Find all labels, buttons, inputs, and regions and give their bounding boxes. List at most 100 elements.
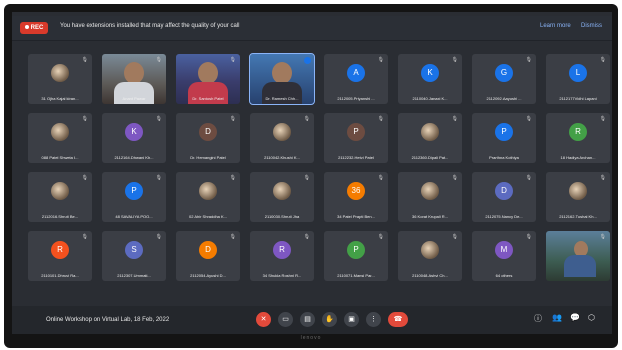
participant-name: Dr. Santosh Patel: [192, 96, 224, 101]
participant-tile[interactable]: A 🎙 2112005.Priyanshi ...: [324, 54, 388, 104]
participant-tile[interactable]: 🎙: [546, 231, 610, 281]
info-icon[interactable]: ⓘ: [534, 313, 542, 324]
participant-tile[interactable]: P 🎙 48 SAVALIYA POO...: [102, 172, 166, 222]
participant-avatar: K: [125, 123, 143, 141]
participant-tile[interactable]: Dr. Ramesh Chh...: [249, 53, 315, 105]
participant-tile[interactable]: 🎙 31 Ojha Kajal kiran...: [28, 54, 92, 104]
participant-tile[interactable]: 36 🎙 34 Patel Prapti Ben...: [324, 172, 388, 222]
mic-muted-icon: 🎙: [377, 234, 384, 240]
participant-avatar: K: [421, 64, 439, 82]
end-call-icon[interactable]: ☎: [388, 312, 408, 327]
participant-tile[interactable]: R 🎙 2110101.Dhruvi Ra...: [28, 231, 92, 281]
participant-name: 48 SAVALIYA POO...: [115, 214, 153, 219]
participant-tile[interactable]: 🎙 2112016.Shruti Be...: [28, 172, 92, 222]
participant-avatar: L: [569, 64, 587, 82]
participant-tile[interactable]: 🎙 2110030.Shruti Jha: [250, 172, 314, 222]
camera-icon[interactable]: ▭: [278, 312, 293, 327]
mic-muted-icon: 🎙: [451, 57, 458, 63]
participant-avatar: A: [347, 64, 365, 82]
mic-muted-icon: 🎙: [229, 116, 236, 122]
participant-tile[interactable]: 🎙 Dr. Santosh Patel: [176, 54, 240, 104]
participant-tile[interactable]: 🎙 Anant Pawar: [102, 54, 166, 104]
participant-name: 2110048.Ashvi Ch...: [412, 273, 448, 278]
participant-avatar: [569, 182, 587, 200]
participant-name: Dr. Hemangini Patel: [190, 155, 226, 160]
participant-name: 2110030.Shruti Jha: [264, 214, 300, 219]
participant-name: 2110040.Janaxi K...: [412, 96, 448, 101]
mic-muted-icon: 🎙: [451, 234, 458, 240]
participant-name: Dr. Ramesh Chh...: [265, 96, 299, 101]
dismiss-button[interactable]: Dismiss: [581, 23, 602, 29]
participant-name: 2112360.Dipali Pat...: [411, 155, 449, 160]
meeting-title: Online Workshop on Virtual Lab, 18 Feb, …: [46, 317, 170, 323]
participant-avatar: D: [199, 241, 217, 259]
people-icon[interactable]: 👥: [552, 313, 562, 322]
mic-muted-icon: 🎙: [155, 116, 162, 122]
mic-muted-icon: 🎙: [155, 175, 162, 181]
more-options-icon[interactable]: ⋮: [366, 312, 381, 327]
mic-muted-icon: 🎙: [377, 57, 384, 63]
participant-tile[interactable]: 🎙 2112162.Tushal Kh...: [546, 172, 610, 222]
participant-avatar: [51, 123, 69, 141]
participant-tile[interactable]: K 🎙 2110040.Janaxi K...: [398, 54, 462, 104]
participant-video-head: [198, 62, 218, 84]
participant-name: 2112054.Ayushi D...: [190, 273, 226, 278]
participant-avatar: [273, 182, 291, 200]
participant-tile[interactable]: G 🎙 2112092.Aayushi ...: [472, 54, 536, 104]
participant-tile[interactable]: M 🎙 64 others: [472, 231, 536, 281]
participant-tile[interactable]: D 🎙 Dr. Hemangini Patel: [176, 113, 240, 163]
participant-avatar: R: [273, 241, 291, 259]
participant-tile[interactable]: 🎙 088 Patel Shweta I...: [28, 113, 92, 163]
participant-tile[interactable]: D 🎙 2112075.Nancy De...: [472, 172, 536, 222]
participant-name: 2112005.Priyanshi ...: [337, 96, 375, 101]
mic-off-icon[interactable]: ✕: [256, 312, 271, 327]
activities-icon[interactable]: ⬡: [588, 313, 595, 322]
participant-name: 02 Ahir Shraddha K...: [188, 214, 228, 219]
participant-tile[interactable]: P 🎙 Prarthna Kothiya: [472, 113, 536, 163]
participant-tile[interactable]: K 🎙 2112164.Dhwani Kh...: [102, 113, 166, 163]
participant-name: 34 Shukla Roshni R...: [262, 273, 302, 278]
chat-icon[interactable]: 💬: [570, 313, 580, 322]
participant-tile[interactable]: 🎙 2110042.Khushi K...: [250, 113, 314, 163]
participant-tile[interactable]: 🎙 2112360.Dipali Pat...: [398, 113, 462, 163]
participant-video-head: [124, 62, 144, 84]
participant-avatar: D: [199, 123, 217, 141]
participant-tile[interactable]: P 🎙 2110071.Mansi Par...: [324, 231, 388, 281]
participant-tile[interactable]: R 🎙 34 Shukla Roshni R...: [250, 231, 314, 281]
participant-tile[interactable]: L 🎙 2112177Vidhi Lapani: [546, 54, 610, 104]
raise-hand-icon[interactable]: ✋: [322, 312, 337, 327]
participant-name: 2112307.Ummati...: [117, 273, 151, 278]
mic-muted-icon: 🎙: [303, 234, 310, 240]
participant-tile[interactable]: 🎙 02 Ahir Shraddha K...: [176, 172, 240, 222]
participant-tile[interactable]: P 🎙 2112232.Hetvi Patel: [324, 113, 388, 163]
captions-icon[interactable]: ▤: [300, 312, 315, 327]
mic-muted-icon: 🎙: [303, 175, 310, 181]
participant-name: 34 Patel Prapti Ben...: [337, 214, 375, 219]
participant-tile[interactable]: R 🎙 18 Hadiya Archan...: [546, 113, 610, 163]
participant-avatar: R: [51, 241, 69, 259]
participant-tile[interactable]: D 🎙 2112054.Ayushi D...: [176, 231, 240, 281]
mic-muted-icon: 🎙: [303, 116, 310, 122]
mic-muted-icon: 🎙: [377, 175, 384, 181]
participant-avatar: [51, 64, 69, 82]
participant-avatar: P: [347, 123, 365, 141]
mic-muted-icon: 🎙: [599, 234, 606, 240]
mic-muted-icon: 🎙: [525, 175, 532, 181]
mic-muted-icon: 🎙: [599, 175, 606, 181]
participant-name: 2110071.Mansi Par...: [337, 273, 375, 278]
record-dot-icon: [24, 25, 29, 30]
participant-avatar: [51, 182, 69, 200]
participant-name: 2112177Vidhi Lapani: [559, 96, 597, 101]
participant-tile[interactable]: 🎙 2110048.Ashvi Ch...: [398, 231, 462, 281]
mic-muted-icon: 🎙: [229, 175, 236, 181]
mic-muted-icon: 🎙: [451, 175, 458, 181]
learn-more-link[interactable]: Learn more: [540, 23, 571, 29]
present-screen-icon[interactable]: ▣: [344, 312, 359, 327]
mic-muted-icon: 🎙: [229, 57, 236, 63]
participant-video-head: [272, 62, 292, 84]
participant-tile[interactable]: 🎙 36 Korat Krupali R...: [398, 172, 462, 222]
participant-tile[interactable]: S 🎙 2112307.Ummati...: [102, 231, 166, 281]
participant-name: 2112164.Dhwani Kh...: [114, 155, 154, 160]
extensions-banner: REC You have extensions installed that m…: [12, 16, 612, 41]
mic-muted-icon: 🎙: [599, 116, 606, 122]
